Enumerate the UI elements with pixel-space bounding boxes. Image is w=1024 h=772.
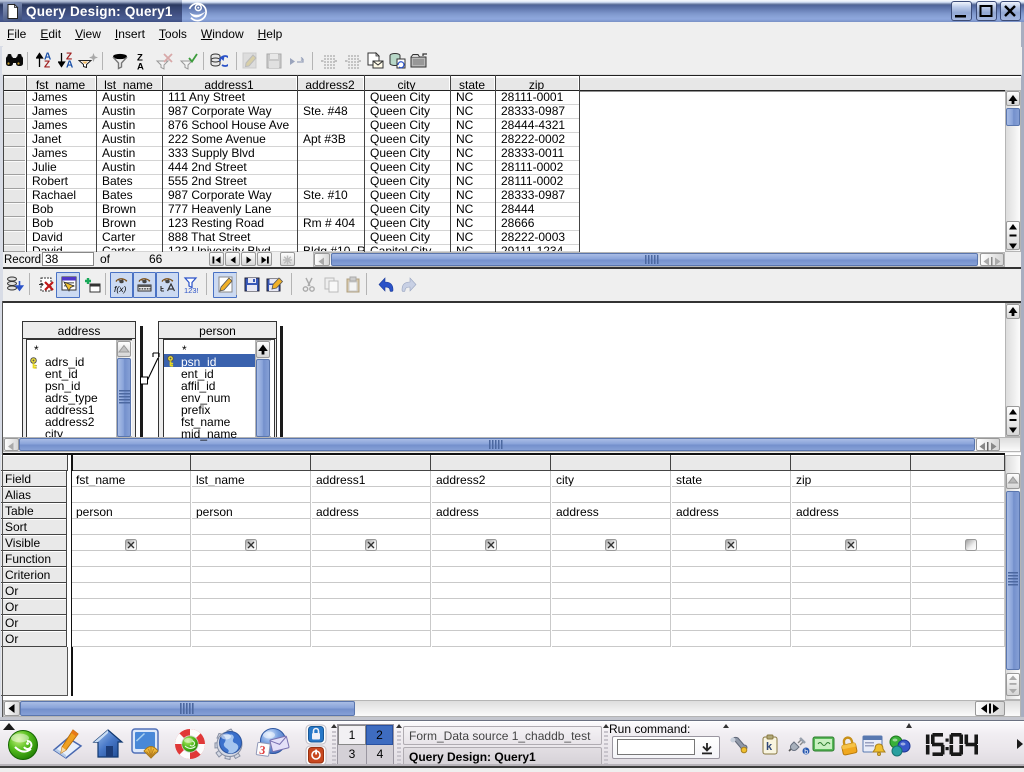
svg-text:b: b: [804, 749, 808, 756]
svg-text:A: A: [66, 60, 73, 69]
svg-text:123!: 123!: [184, 286, 199, 294]
svg-text:k: k: [766, 741, 773, 753]
svg-text:A: A: [137, 62, 144, 71]
svg-text:Z: Z: [44, 60, 50, 69]
svg-text:f(x): f(x): [114, 284, 126, 294]
